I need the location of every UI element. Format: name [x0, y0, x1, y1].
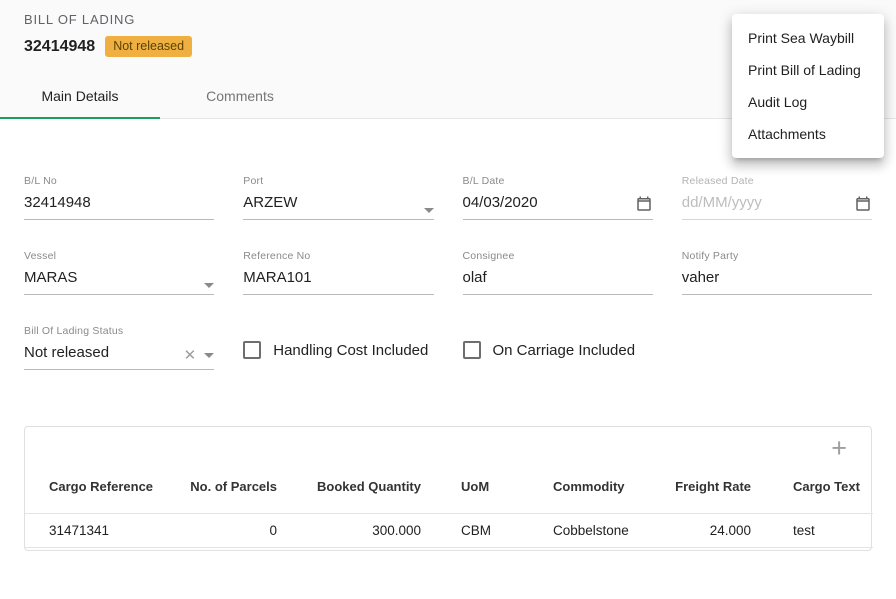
field-bl-no: B/L No 32414948	[24, 175, 214, 220]
document-number: 32414948	[24, 38, 95, 56]
tab-comments[interactable]: Comments	[160, 73, 320, 118]
cell-booked-quantity: 300.000	[277, 514, 421, 548]
notify-party-label: Notify Party	[682, 250, 872, 262]
field-bl-status: Bill Of Lading Status Not released ✕	[24, 325, 214, 370]
add-cargo-button[interactable]: +	[829, 435, 849, 461]
vessel-label: Vessel	[24, 250, 214, 262]
released-date-input[interactable]: dd/MM/yyyy	[682, 194, 872, 212]
consignee-label: Consignee	[463, 250, 653, 262]
menu-item-print-bill-of-lading[interactable]: Print Bill of Lading	[732, 54, 884, 86]
port-label: Port	[243, 175, 433, 187]
cell-no-of-parcels: 0	[179, 514, 277, 548]
on-carriage-checkbox[interactable]	[463, 341, 481, 359]
actions-menu: Print Sea Waybill Print Bill of Lading A…	[732, 14, 884, 158]
cell-cargo-reference: 31471341	[25, 514, 179, 548]
menu-item-attachments[interactable]: Attachments	[732, 118, 884, 150]
menu-item-audit-log[interactable]: Audit Log	[732, 86, 884, 118]
bl-date-label: B/L Date	[463, 175, 653, 187]
main-content: B/L No 32414948 Port ARZEW B/L Date 04/0…	[0, 119, 896, 551]
handling-cost-checkbox[interactable]	[243, 341, 261, 359]
field-vessel: Vessel MARAS	[24, 250, 214, 295]
port-select[interactable]: ARZEW	[243, 194, 433, 212]
cargo-card: + Cargo Reference No. of Parcels Booked …	[24, 426, 872, 551]
bl-form-row-2: Vessel MARAS Reference No MARA101 Consig…	[24, 250, 872, 295]
bl-no-input[interactable]: 32414948	[24, 194, 214, 212]
released-date-label: Released Date	[682, 175, 872, 187]
cargo-card-toolbar: +	[25, 427, 871, 463]
consignee-input[interactable]: olaf	[463, 269, 653, 287]
column-header-cargo-reference: Cargo Reference	[25, 463, 179, 514]
column-header-booked-quantity: Booked Quantity	[277, 463, 421, 514]
table-row[interactable]: 31471341 0 300.000 CBM Cobbelstone 24.00…	[25, 514, 873, 548]
bl-status-label: Bill Of Lading Status	[24, 325, 214, 337]
tab-main-details[interactable]: Main Details	[0, 73, 160, 118]
clear-icon[interactable]: ✕	[184, 348, 197, 363]
cell-cargo-text: test	[751, 514, 873, 548]
cargo-table-header-row: Cargo Reference No. of Parcels Booked Qu…	[25, 463, 873, 514]
bl-form-row-3: Bill Of Lading Status Not released ✕ Han…	[24, 325, 872, 370]
bl-no-label: B/L No	[24, 175, 214, 187]
calendar-icon[interactable]	[635, 195, 653, 213]
cargo-table: Cargo Reference No. of Parcels Booked Qu…	[25, 463, 873, 548]
on-carriage-label: On Carriage Included	[493, 342, 636, 359]
field-port: Port ARZEW	[243, 175, 433, 220]
column-header-commodity: Commodity	[553, 463, 669, 514]
vessel-select[interactable]: MARAS	[24, 269, 214, 287]
handling-cost-checkbox-row: Handling Cost Included	[243, 341, 433, 359]
handling-cost-label: Handling Cost Included	[273, 342, 428, 359]
reference-no-input[interactable]: MARA101	[243, 269, 433, 287]
field-reference-no: Reference No MARA101	[243, 250, 433, 295]
calendar-icon[interactable]	[854, 195, 872, 213]
menu-item-print-sea-waybill[interactable]: Print Sea Waybill	[732, 22, 884, 54]
bl-form-row-1: B/L No 32414948 Port ARZEW B/L Date 04/0…	[24, 175, 872, 220]
cell-uom: CBM	[421, 514, 553, 548]
bl-date-input[interactable]: 04/03/2020	[463, 194, 653, 212]
notify-party-input[interactable]: vaher	[682, 269, 872, 287]
field-bl-date: B/L Date 04/03/2020	[463, 175, 653, 220]
cell-commodity: Cobbelstone	[553, 514, 669, 548]
on-carriage-checkbox-row: On Carriage Included	[463, 341, 653, 359]
field-released-date: Released Date dd/MM/yyyy	[682, 175, 872, 220]
chevron-down-icon[interactable]	[424, 208, 434, 213]
field-notify-party: Notify Party vaher	[682, 250, 872, 295]
chevron-down-icon[interactable]	[204, 283, 214, 288]
status-badge: Not released	[105, 36, 192, 57]
reference-no-label: Reference No	[243, 250, 433, 262]
cell-freight-rate: 24.000	[669, 514, 751, 548]
column-header-freight-rate: Freight Rate	[669, 463, 751, 514]
chevron-down-icon[interactable]	[204, 353, 214, 358]
column-header-uom: UoM	[421, 463, 553, 514]
column-header-cargo-text: Cargo Text	[751, 463, 873, 514]
column-header-no-of-parcels: No. of Parcels	[179, 463, 277, 514]
field-consignee: Consignee olaf	[463, 250, 653, 295]
